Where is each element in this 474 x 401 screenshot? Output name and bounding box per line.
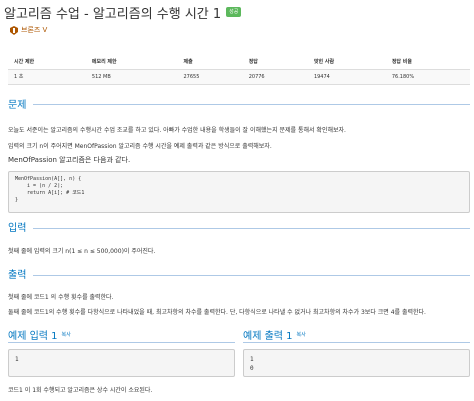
accepted-value: 20776 (242, 69, 308, 85)
sample-output-box: 1 0 (243, 349, 470, 377)
sample-output-line: 0 (250, 365, 254, 372)
section-divider (33, 228, 470, 229)
section-divider (33, 104, 470, 105)
code-line: i = ⌊n / 2⌋; (15, 183, 64, 189)
col-submissions: 제출 (177, 54, 243, 70)
code-line: return A[i]; # 코드1 (15, 190, 85, 196)
sample-output-line: 1 (250, 356, 254, 363)
col-solvers: 맞힌 사람 (307, 54, 386, 70)
output-heading: 출력 (8, 270, 27, 281)
col-ratio: 정답 비율 (385, 54, 470, 70)
input-text: 첫째 줄에 입력의 크기 n(1 ≤ n ≤ 500,000)이 주어진다. (8, 248, 156, 255)
sample-output-title: 예제 출력 1 (243, 331, 293, 342)
status-badge: 성공 (226, 7, 242, 17)
problem-text-line: 오늘도 서준이는 알고리즘의 수행시간 수업 조교를 하고 있다. 아빠가 수업… (8, 127, 346, 134)
col-time-limit: 시간 제한 (8, 54, 86, 70)
bronze-tier-icon (10, 25, 18, 35)
time-limit-value: 1 초 (8, 69, 86, 85)
problem-heading: 문제 (8, 100, 27, 111)
section-divider (33, 275, 470, 276)
problem-info-table: 시간 제한 메모리 제한 제출 정답 맞힌 사람 정답 비율 1 초 512 M… (8, 54, 470, 85)
copy-input-button[interactable]: 복사 (62, 331, 71, 338)
output-text-line: 첫째 줄에 코드1 의 수행 횟수를 출력한다. (8, 294, 114, 301)
sample-input-heading: 예제 입력 1 복사 (8, 327, 71, 342)
sample-input-box: 1 (8, 349, 235, 377)
copy-output-button[interactable]: 복사 (297, 331, 306, 338)
col-memory-limit: 메모리 제한 (85, 54, 178, 70)
tier-label: 브론즈 V (21, 26, 48, 34)
sample-input-title: 예제 입력 1 (8, 331, 58, 342)
col-accepted: 정답 (242, 54, 308, 70)
output-text-line: 둘째 줄에 코드1의 수행 횟수를 다항식으로 나타내었을 때, 최고차항의 차… (8, 309, 426, 316)
code-line: } (15, 197, 19, 203)
table-row: 1 초 512 MB 27655 20776 19474 76.180% (8, 69, 470, 85)
sample-explanation: 코드1 이 1회 수행되고 알고리즘은 상수 시간이 소요된다. (8, 387, 153, 394)
title-row: 알고리즘 수업 - 알고리즘의 수행 시간 1 성공 (4, 3, 242, 22)
sample-output-heading: 예제 출력 1 복사 (243, 327, 306, 342)
ratio-value: 76.180% (385, 69, 470, 85)
sample-input-line: 1 (15, 356, 19, 363)
problem-text-line: 입력의 크기 n이 주어지면 MenOfPassion 알고리즘 수행 시간을 … (8, 143, 272, 150)
solvers-value: 19474 (307, 69, 386, 85)
problem-page: 알고리즘 수업 - 알고리즘의 수행 시간 1 성공 브론즈 V 시간 제한 메… (4, 0, 470, 401)
section-divider (243, 342, 470, 343)
problem-title: 알고리즘 수업 - 알고리즘의 수행 시간 1 (4, 6, 222, 22)
problem-text-line: MenOfPassion 알고리즘은 다음과 같다. (8, 156, 131, 164)
code-line: MenOfPassion(A[], n) { (15, 176, 82, 182)
section-divider (8, 342, 235, 343)
memory-limit-value: 512 MB (85, 69, 178, 85)
code-block: MenOfPassion(A[], n) { i = ⌊n / 2⌋; retu… (8, 171, 470, 213)
submissions-value: 27655 (177, 69, 243, 85)
input-heading: 입력 (8, 223, 27, 234)
table-header-row: 시간 제한 메모리 제한 제출 정답 맞힌 사람 정답 비율 (8, 54, 470, 70)
tier-tag[interactable]: 브론즈 V (10, 25, 47, 35)
